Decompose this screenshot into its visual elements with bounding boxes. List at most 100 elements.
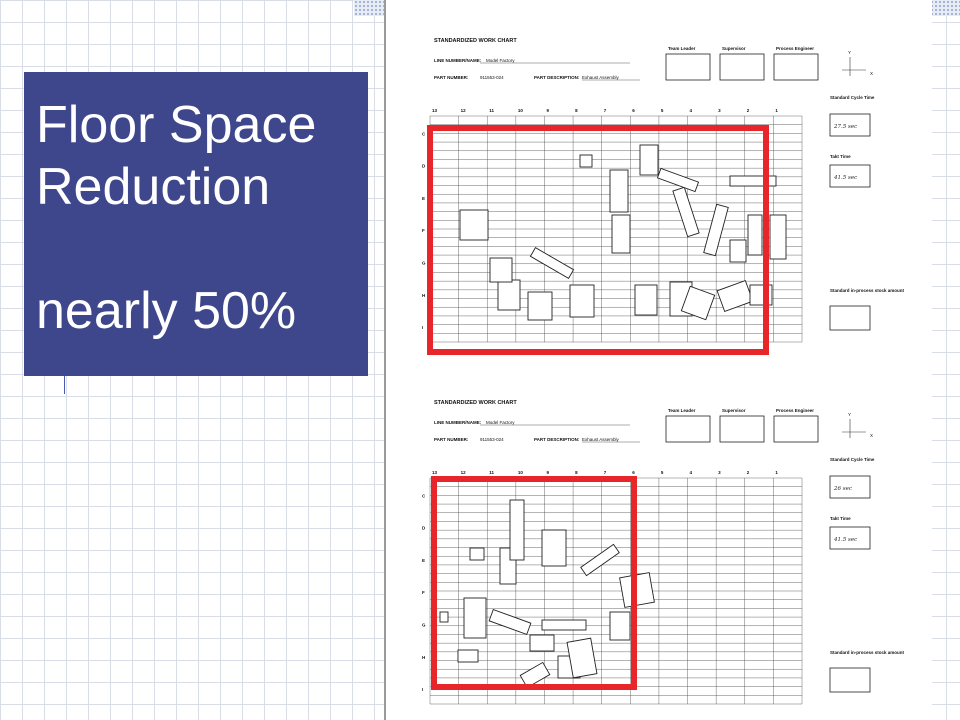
signoff-box xyxy=(665,415,711,443)
workstation-box xyxy=(639,144,659,176)
workstation-box xyxy=(488,608,532,636)
grid-column-label: 11 xyxy=(489,470,494,475)
signoff-box xyxy=(665,53,711,81)
workstation-box xyxy=(529,634,555,652)
workstation-box xyxy=(634,284,658,316)
slide: Floor Space Reduction nearly 50% STANDAR… xyxy=(0,0,960,720)
workstation-box xyxy=(497,279,521,311)
grid-column-label: 6 xyxy=(632,108,635,113)
signoff-label: Team Leader xyxy=(668,408,696,413)
workstation-box xyxy=(672,186,700,238)
title-line-1: Floor Space xyxy=(36,96,317,154)
workstation-box xyxy=(703,203,729,257)
workstation-box xyxy=(541,529,567,567)
line-number-label: LINE NUMBER/NAME: xyxy=(434,420,482,425)
grid-column-label: 1 xyxy=(775,470,778,475)
workstation-box xyxy=(463,597,487,639)
grid-column-label: 10 xyxy=(518,470,524,475)
signoff-box xyxy=(719,53,765,81)
grid-row-label: I xyxy=(422,687,423,692)
signoff-label: Supervisor xyxy=(722,46,746,51)
grid-row-label: H xyxy=(422,293,425,298)
title-line-2: Reduction xyxy=(36,158,271,216)
wip-label: Standard in-process stock amount xyxy=(830,288,905,293)
grid-column-label: 3 xyxy=(718,470,721,475)
workstation-box xyxy=(439,611,449,623)
work-charts: STANDARDIZED WORK CHART LINE NUMBER/NAME:… xyxy=(422,38,905,705)
grid-column-label: 5 xyxy=(661,470,664,475)
grid-row-label: C xyxy=(422,131,426,136)
wip-label: Standard in-process stock amount xyxy=(830,650,905,655)
grid-column-label: 4 xyxy=(690,470,693,475)
grid-row-label: F xyxy=(422,228,425,233)
grid-column-label: 7 xyxy=(604,108,607,113)
grid-column-label: 8 xyxy=(575,108,578,113)
scanned-document: STANDARDIZED WORK CHART LINE NUMBER/NAME:… xyxy=(384,0,932,720)
takt-time-label: Takt Time xyxy=(830,154,851,159)
part-number-value: 911553-024 xyxy=(480,75,504,80)
grid-column-label: 4 xyxy=(690,108,693,113)
workstation-box xyxy=(579,154,593,168)
signoff-label: Team Leader xyxy=(668,46,696,51)
grid-column-label: 9 xyxy=(546,108,549,113)
grid-row-label: D xyxy=(422,164,426,169)
grid-column-label: 2 xyxy=(747,108,750,113)
grid-column-label: 6 xyxy=(632,470,635,475)
workstation-box xyxy=(457,649,479,663)
signoff-box xyxy=(719,415,765,443)
chart-heading: STANDARDIZED WORK CHART xyxy=(434,400,517,406)
line-number-value: Model Factory xyxy=(486,420,515,425)
grid-column-label: 2 xyxy=(747,470,750,475)
grid-row-label: E xyxy=(422,196,425,201)
workstation-box xyxy=(569,284,595,318)
part-desc-value: Exhaust Assembly xyxy=(582,437,620,442)
grid-column-label: 7 xyxy=(604,470,607,475)
signoff-box xyxy=(773,53,819,81)
grid-column-label: 3 xyxy=(718,108,721,113)
workstation-box xyxy=(609,611,631,641)
signoff-label: Process Engineer xyxy=(776,46,814,51)
part-desc-label: PART DESCRIPTION: xyxy=(534,75,580,80)
wip-box xyxy=(829,667,871,693)
workstation-box xyxy=(611,214,631,254)
grid-row-label: F xyxy=(422,590,425,595)
workstation-box xyxy=(716,279,754,313)
workstation-box xyxy=(747,214,763,256)
grid-row-label: H xyxy=(422,655,425,660)
grid-row-label: I xyxy=(422,325,423,330)
axis-y-label: Y xyxy=(848,50,851,55)
workstation-box xyxy=(609,169,629,213)
grid-column-label: 11 xyxy=(489,108,494,113)
workstation-box xyxy=(527,291,553,321)
part-desc-value: Exhaust Assembly xyxy=(582,75,620,80)
axis-x-label: X xyxy=(870,433,873,438)
takt-time-value: 41.5 sec xyxy=(833,537,857,543)
part-number-label: PART NUMBER: xyxy=(434,437,469,442)
standard-cycle-value: 27.5 sec xyxy=(833,124,857,130)
axis-x-label: X xyxy=(870,71,873,76)
signoff-box xyxy=(773,415,819,443)
grid-column-label: 10 xyxy=(518,108,524,113)
workstation-box xyxy=(580,543,620,577)
standard-cycle-label: Standard Cycle Time xyxy=(830,457,875,462)
corner-decoration-left xyxy=(354,0,384,16)
line-number-value: Model Factory xyxy=(486,58,515,63)
signoff-label: Supervisor xyxy=(722,408,746,413)
standard-cycle-label: Standard Cycle Time xyxy=(830,95,875,100)
wip-box xyxy=(829,305,871,331)
workstation-box xyxy=(469,547,485,561)
workstation-box xyxy=(769,214,787,260)
standard-cycle-value: 26 sec xyxy=(833,486,852,492)
workstation-box xyxy=(656,167,700,193)
work-chart-2: STANDARDIZED WORK CHART LINE NUMBER/NAME:… xyxy=(422,400,905,705)
work-chart-1: STANDARDIZED WORK CHART LINE NUMBER/NAME:… xyxy=(422,38,905,343)
grid-row-label: D xyxy=(422,526,426,531)
grid-column-label: 8 xyxy=(575,470,578,475)
grid-row-label: C xyxy=(422,493,426,498)
workstation-box xyxy=(729,175,777,187)
workstation-box xyxy=(729,239,747,263)
part-number-value: 911553-024 xyxy=(480,437,504,442)
grid-column-label: 5 xyxy=(661,108,664,113)
workstation-box xyxy=(541,619,587,631)
signoff-label: Process Engineer xyxy=(776,408,814,413)
